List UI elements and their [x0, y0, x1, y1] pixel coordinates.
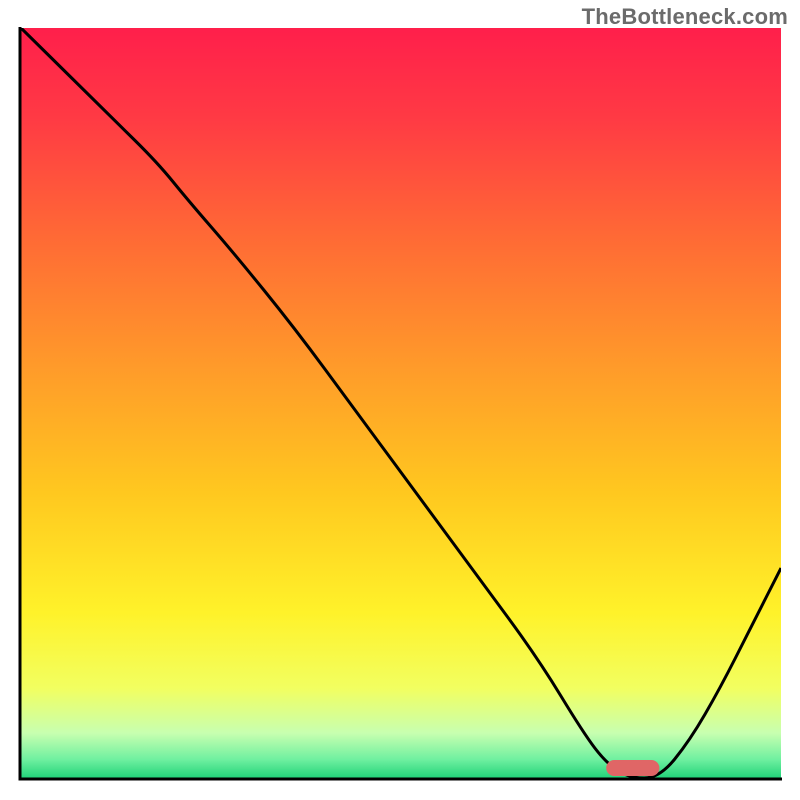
optimal-marker	[606, 760, 659, 776]
bottleneck-chart	[0, 0, 800, 800]
watermark-text: TheBottleneck.com	[582, 4, 788, 30]
